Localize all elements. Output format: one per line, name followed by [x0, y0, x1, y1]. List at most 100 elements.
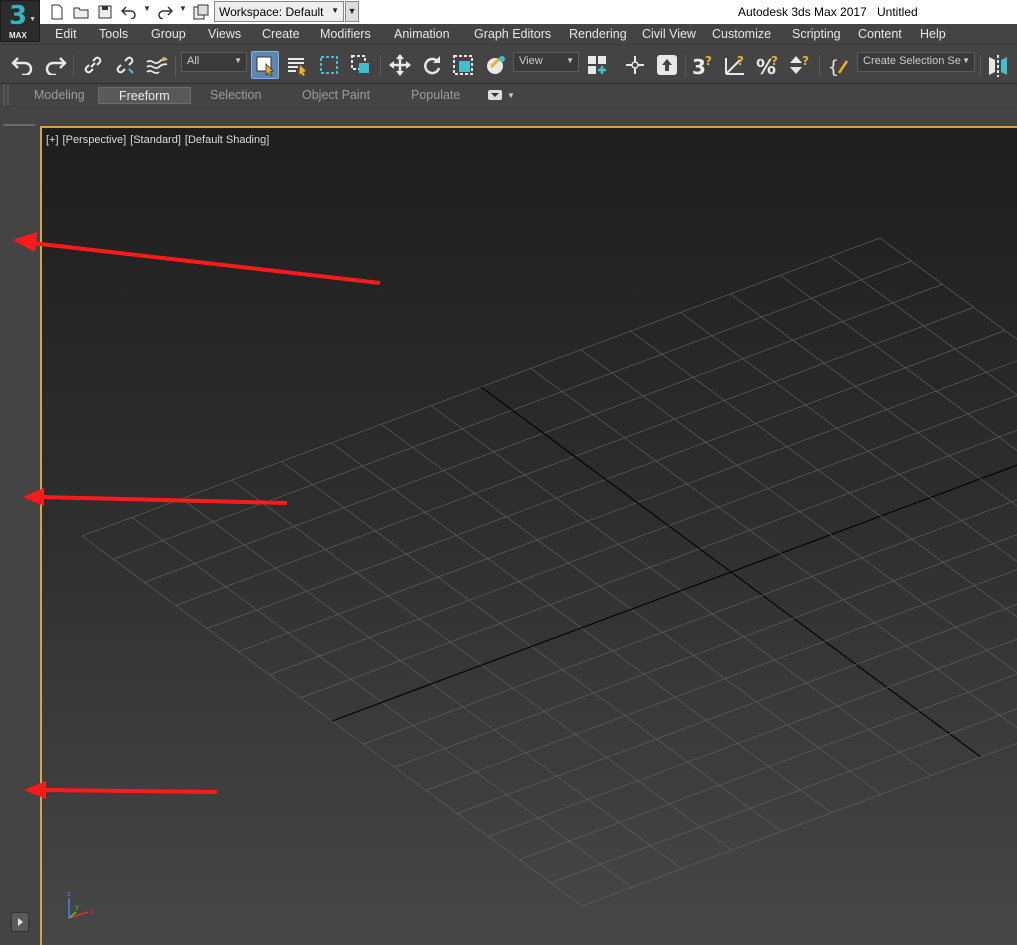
select-object-button[interactable] — [251, 51, 279, 79]
rotate-icon[interactable] — [418, 51, 446, 79]
pivot-point-center-icon[interactable] — [583, 51, 611, 79]
rectangular-selection-icon[interactable] — [315, 51, 343, 79]
bind-to-space-warp-icon[interactable] — [143, 51, 171, 79]
viewport-point-of-view-menu[interactable]: [Perspective] — [63, 134, 127, 146]
menu-civil-view[interactable]: Civil View — [642, 27, 696, 41]
quick-access-menu-icon[interactable]: ▼ — [345, 1, 359, 22]
grid-line — [581, 743, 1017, 907]
named-selection-sets-value: Create Selection Se — [863, 55, 961, 67]
grid-axis-line — [480, 386, 982, 758]
select-by-name-icon[interactable] — [283, 51, 311, 79]
menu-content[interactable]: Content — [858, 27, 902, 41]
chevron-down-icon[interactable]: ▼ — [507, 91, 515, 100]
spinner-snap-toggle-icon[interactable]: ? — [786, 51, 814, 79]
left-command-strip — [0, 126, 40, 945]
tab-modeling[interactable]: Modeling — [14, 87, 105, 104]
selection-filter-dropdown[interactable]: All ▼ — [181, 52, 247, 72]
app-logo-number: 3 — [9, 1, 28, 31]
mirror-icon[interactable] — [984, 51, 1012, 79]
grid-line — [829, 256, 1017, 396]
save-icon[interactable] — [96, 3, 114, 21]
reference-coordinate-dropdown[interactable]: View ▼ — [513, 52, 579, 72]
unlink-icon[interactable] — [111, 51, 139, 79]
grid-line — [550, 708, 1017, 884]
home-grid — [81, 237, 1017, 907]
keyboard-shortcut-override-icon[interactable] — [653, 51, 681, 79]
grid-line — [425, 569, 1017, 791]
grid-line — [630, 330, 1017, 618]
expand-panel-button[interactable] — [11, 912, 29, 932]
new-file-icon[interactable] — [48, 3, 66, 21]
undo-icon[interactable] — [120, 3, 138, 21]
menu-edit[interactable]: Edit — [55, 27, 77, 41]
placement-icon[interactable] — [482, 51, 510, 79]
toolbar-separator — [73, 55, 74, 77]
project-folder-icon[interactable] — [192, 3, 210, 21]
toolbar-separator — [380, 55, 381, 77]
open-folder-icon[interactable] — [72, 3, 90, 21]
menu-tools[interactable]: Tools — [99, 27, 128, 41]
grid-line — [580, 349, 1017, 674]
grid-line — [488, 638, 1017, 837]
menu-create[interactable]: Create — [262, 27, 300, 41]
redo-icon[interactable] — [41, 51, 69, 79]
window-crossing-icon[interactable] — [347, 51, 375, 79]
grid-line — [680, 312, 1017, 562]
link-icon[interactable] — [79, 51, 107, 79]
perspective-viewport[interactable]: [+] [Perspective] [Standard] [Default Shadi… — [40, 126, 1017, 945]
move-icon[interactable] — [386, 51, 414, 79]
undo-list-chevron-icon[interactable]: ▼ — [143, 4, 151, 13]
axis-x-label: x — [90, 908, 94, 916]
ribbon-options-icon[interactable] — [488, 90, 502, 100]
tab-selection[interactable]: Selection — [190, 87, 281, 104]
app-logo-label: MAX — [9, 31, 27, 40]
redo-icon[interactable] — [156, 3, 174, 21]
application-menu-button[interactable]: 3 MAX ▼ — [0, 0, 40, 42]
tab-populate[interactable]: Populate — [391, 87, 480, 104]
menu-help[interactable]: Help — [920, 27, 946, 41]
named-selection-sets-dropdown[interactable]: Create Selection Se ▼ — [857, 52, 975, 72]
toolbar-separator — [980, 55, 981, 77]
document-title: Untitled — [877, 5, 918, 19]
chevron-down-icon: ▼ — [331, 6, 339, 15]
workspace-dropdown[interactable]: Workspace: Default ▼ — [214, 1, 344, 22]
viewport-plus-menu[interactable]: [+] — [46, 134, 59, 146]
grid-line — [780, 274, 1017, 451]
menu-customize[interactable]: Customize — [712, 27, 771, 41]
axis-y-label: y — [75, 903, 79, 911]
menu-scripting[interactable]: Scripting — [792, 27, 841, 41]
menu-modifiers[interactable]: Modifiers — [320, 27, 371, 41]
tab-object-paint[interactable]: Object Paint — [282, 87, 390, 104]
chevron-down-icon: ▼ — [962, 56, 970, 65]
axis-z-label: z — [67, 890, 71, 898]
grid-line — [730, 293, 1017, 507]
viewport-shading-menu[interactable]: [Default Shading] — [185, 134, 269, 146]
menu-group[interactable]: Group — [151, 27, 186, 41]
menu-bar: Edit Tools Group Views Create Modifiers … — [0, 24, 1017, 45]
angle-snap-toggle-icon[interactable]: ? — [722, 51, 750, 79]
selection-filter-value: All — [187, 55, 200, 67]
ribbon-drag-handle[interactable] — [3, 84, 9, 106]
undo-icon[interactable] — [9, 51, 37, 79]
menu-animation[interactable]: Animation — [394, 27, 450, 41]
tab-freeform[interactable]: Freeform — [98, 87, 191, 104]
ribbon-tabs: Modeling Freeform Selection Object Paint… — [0, 84, 1017, 106]
chevron-down-icon: ▼ — [234, 56, 242, 65]
percent-snap-toggle-icon[interactable]: %? — [754, 51, 782, 79]
viewport-standard-menu[interactable]: [Standard] — [130, 134, 181, 146]
grid-line — [269, 395, 1017, 676]
snaps-toggle-icon[interactable]: 3? — [690, 51, 718, 79]
edit-named-selection-sets-icon[interactable]: { — [825, 51, 853, 79]
redo-list-chevron-icon[interactable]: ▼ — [179, 4, 187, 13]
ribbon-panel-area — [0, 106, 1017, 126]
grid-line — [879, 237, 1017, 340]
select-and-manipulate-icon[interactable] — [621, 51, 649, 79]
viewport-label-menu[interactable]: [+] [Perspective] [Standard] [Default Shadi… — [46, 134, 273, 146]
svg-text:?: ? — [737, 54, 744, 68]
menu-views[interactable]: Views — [208, 27, 241, 41]
menu-graph-editors[interactable]: Graph Editors — [474, 27, 551, 41]
svg-text:3: 3 — [692, 55, 706, 77]
menu-rendering[interactable]: Rendering — [569, 27, 627, 41]
title-bar: ▼ ▼ Workspace: Default ▼ ▼ Autodesk 3ds … — [0, 0, 1017, 24]
scale-icon[interactable] — [450, 51, 478, 79]
